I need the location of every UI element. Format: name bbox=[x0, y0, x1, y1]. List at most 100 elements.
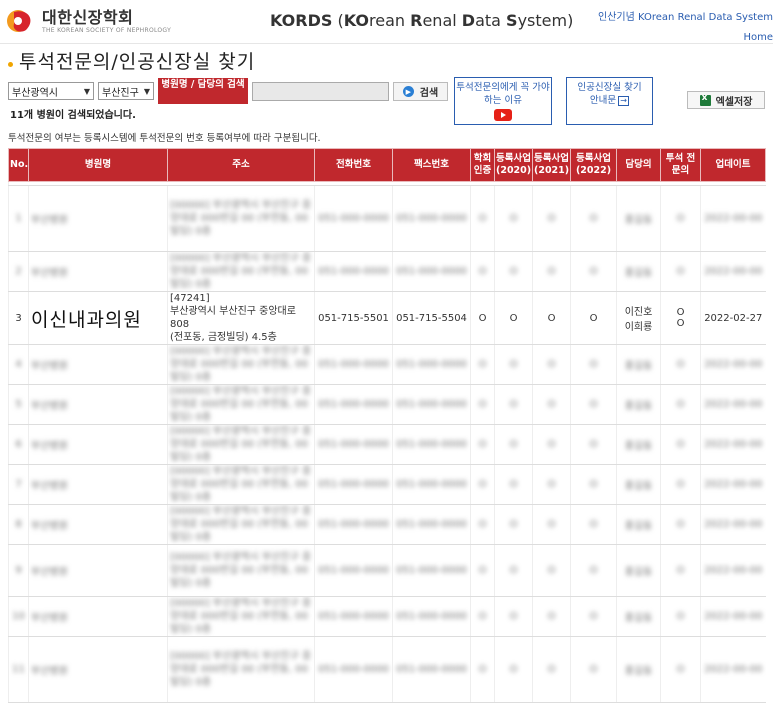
hospital-name-link[interactable]: 이신내과의원 bbox=[28, 291, 168, 345]
blurred-text: [00000] 부산광역시 부산진구 중앙대로 000번길 00 (부전동, 0… bbox=[170, 506, 312, 543]
cert-cell: O bbox=[470, 251, 495, 292]
hospital-name-link[interactable]: 부산병원 bbox=[28, 344, 168, 385]
blurred-text: 부산병원 bbox=[31, 666, 68, 677]
phone-cell: 051-000-0000 bbox=[314, 185, 393, 252]
phone-cell: 051-000-0000 bbox=[314, 464, 393, 505]
fax-cell: 051-715-5504 bbox=[392, 291, 471, 345]
doctor-cell: 홍길동 bbox=[616, 251, 661, 292]
blurred-text: 2022-00-00 bbox=[704, 213, 763, 224]
blurred-text: 홍길동 bbox=[624, 401, 653, 412]
page-heading: 투석전문의/인공신장실 찾기 bbox=[19, 51, 256, 73]
hospital-name-link[interactable]: 부산병원 bbox=[28, 596, 168, 637]
blurred-text: [00000] 부산광역시 부산진구 중앙대로 000번길 00 (부전동, 0… bbox=[170, 346, 312, 383]
address-cell: [00000] 부산광역시 부산진구 중앙대로 000번길 00 (부전동, 0… bbox=[167, 504, 315, 545]
table-row[interactable]: 2 부산병원 [00000] 부산광역시 부산진구 중앙대로 000번길 00 (부… bbox=[8, 251, 766, 292]
home-link[interactable]: Home bbox=[598, 28, 773, 48]
reg-2022-cell: O bbox=[570, 636, 617, 703]
doctor-cell: 홍길동 bbox=[616, 596, 661, 637]
reg-2021-cell: O bbox=[532, 344, 571, 385]
hospital-name-link[interactable]: 부산병원 bbox=[28, 384, 168, 425]
blurred-text: O bbox=[676, 611, 685, 622]
row-no: 1 bbox=[8, 185, 29, 252]
region-select[interactable]: 부산광역시 ▼ bbox=[8, 82, 94, 100]
blurred-text: O bbox=[589, 439, 598, 450]
blurred-text: O bbox=[547, 565, 556, 576]
hospital-name-link[interactable]: 부산병원 bbox=[28, 464, 168, 505]
table-row[interactable]: 6 부산병원 [00000] 부산광역시 부산진구 중앙대로 000번길 00 (부… bbox=[8, 424, 766, 465]
district-select[interactable]: 부산진구 ▼ bbox=[98, 82, 154, 100]
table-row[interactable]: 8 부산병원 [00000] 부산광역시 부산진구 중앙대로 000번길 00 (부… bbox=[8, 504, 766, 545]
hospital-name-link[interactable]: 부산병원 bbox=[28, 185, 168, 252]
reg-2022-cell: O bbox=[570, 384, 617, 425]
blurred-text: O bbox=[589, 479, 598, 490]
reason-button[interactable]: 투석전문의에게 꼭 가야하는 이유 bbox=[454, 77, 552, 125]
reg-2020-cell: O bbox=[494, 504, 533, 545]
table-row[interactable]: 7 부산병원 [00000] 부산광역시 부산진구 중앙대로 000번길 00 (부… bbox=[8, 464, 766, 505]
search-type-label[interactable]: 병원명 / 담당의 검색 bbox=[158, 78, 248, 104]
blurred-text: [00000] 부산광역시 부산진구 중앙대로 000번길 00 (부전동, 0… bbox=[170, 598, 312, 635]
table-row[interactable]: 4 부산병원 [00000] 부산광역시 부산진구 중앙대로 000번길 00 (부… bbox=[8, 344, 766, 385]
kords-top-link[interactable]: 인산기념 KOrean Renal Data System bbox=[598, 8, 773, 28]
excel-save-button[interactable]: 엑셀저장 bbox=[687, 91, 765, 109]
reg-2020-cell: O bbox=[494, 424, 533, 465]
hospital-name-link[interactable]: 부산병원 bbox=[28, 636, 168, 703]
updated-cell: 2022-00-00 bbox=[700, 344, 766, 385]
blurred-text: 11 bbox=[12, 664, 25, 675]
address-cell: [00000] 부산광역시 부산진구 중앙대로 000번길 00 (부전동, 0… bbox=[167, 185, 315, 252]
address-cell: [00000] 부산광역시 부산진구 중앙대로 000번길 00 (부전동, 0… bbox=[167, 596, 315, 637]
specialist-cell: O bbox=[660, 185, 701, 252]
fax-cell: 051-000-0000 bbox=[392, 636, 471, 703]
blurred-text: 9 bbox=[15, 565, 22, 576]
blurred-text: 2022-00-00 bbox=[704, 565, 763, 576]
blurred-text: 5 bbox=[15, 399, 22, 410]
excel-save-label: 엑셀저장 bbox=[715, 96, 753, 108]
reg-2022-cell: O bbox=[570, 291, 617, 345]
blurred-text: O bbox=[676, 399, 685, 410]
updated-cell: 2022-00-00 bbox=[700, 464, 766, 505]
society-logo[interactable]: 대한신장학회 THE KOREAN SOCIETY OF NEPHROLOGY bbox=[6, 6, 171, 36]
blurred-text: O bbox=[589, 399, 598, 410]
table-row[interactable]: 5 부산병원 [00000] 부산광역시 부산진구 중앙대로 000번길 00 (부… bbox=[8, 384, 766, 425]
hospital-name-link[interactable]: 부산병원 bbox=[28, 504, 168, 545]
blurred-text: 051-000-0000 bbox=[318, 266, 389, 277]
reg-2020-cell: O bbox=[494, 464, 533, 505]
reg-2021-cell: O bbox=[532, 185, 571, 252]
reg-2021-cell: O bbox=[532, 636, 571, 703]
specialist-cell: O bbox=[660, 596, 701, 637]
updated-cell: 2022-00-00 bbox=[700, 504, 766, 545]
updated-cell: 2022-00-00 bbox=[700, 185, 766, 252]
blurred-text: O bbox=[547, 359, 556, 370]
specialist-cell: O bbox=[660, 464, 701, 505]
table-row[interactable]: 11 부산병원 [00000] 부산광역시 부산진구 중앙대로 000번길 00 (… bbox=[8, 636, 766, 703]
search-input[interactable] bbox=[252, 82, 389, 101]
reg-2022-cell: O bbox=[570, 185, 617, 252]
blurred-text: O bbox=[478, 213, 487, 224]
table-header-row: No. 병원명 주소 전화번호 팩스번호 학회 인증 등록사업 (2020) 등… bbox=[8, 148, 766, 182]
blurred-text: O bbox=[509, 439, 518, 450]
hospital-name-link[interactable]: 부산병원 bbox=[28, 424, 168, 465]
blurred-text: O bbox=[589, 213, 598, 224]
chevron-down-icon: ▼ bbox=[83, 86, 90, 96]
specialist-cell: O bbox=[660, 251, 701, 292]
table-row[interactable]: 10 부산병원 [00000] 부산광역시 부산진구 중앙대로 000번길 00 (… bbox=[8, 596, 766, 637]
doctor-cell: 홍길동 bbox=[616, 636, 661, 703]
reg-2020-cell: O bbox=[494, 636, 533, 703]
table-row[interactable]: 9 부산병원 [00000] 부산광역시 부산진구 중앙대로 000번길 00 (부… bbox=[8, 544, 766, 597]
note-text: 투석전문의 여부는 등록시스템에 투석전문의 번호 등록여부에 따라 구분됩니다… bbox=[8, 133, 321, 144]
blurred-text: 홍길동 bbox=[624, 215, 653, 226]
blurred-text: O bbox=[547, 213, 556, 224]
hospital-name-link[interactable]: 부산병원 bbox=[28, 544, 168, 597]
cert-cell: O bbox=[470, 544, 495, 597]
col-phone: 전화번호 bbox=[314, 148, 393, 182]
reg-2022-cell: O bbox=[570, 344, 617, 385]
hospital-name-link[interactable]: 부산병원 bbox=[28, 251, 168, 292]
table-row[interactable]: 1 부산병원 [00000] 부산광역시 부산진구 중앙대로 000번길 00 (부… bbox=[8, 185, 766, 252]
search-button[interactable]: ▶ 검색 bbox=[393, 82, 448, 101]
table-row[interactable]: 3 이신내과의원 [47241] 부산광역시 부산진구 중앙대로 808 (전포동, 금… bbox=[8, 291, 766, 345]
blurred-text: 4 bbox=[15, 359, 22, 370]
address-cell: [00000] 부산광역시 부산진구 중앙대로 000번길 00 (부전동, 0… bbox=[167, 464, 315, 505]
specialist-cell: O bbox=[660, 384, 701, 425]
guide-button[interactable]: 인공신장실 찾기 안내문 → bbox=[566, 77, 653, 125]
play-circle-icon: ▶ bbox=[402, 86, 414, 97]
blurred-text: O bbox=[547, 664, 556, 675]
